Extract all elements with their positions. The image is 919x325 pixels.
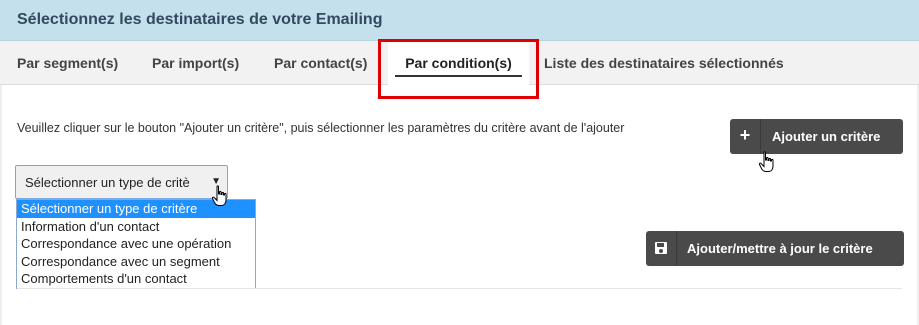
dropdown-option[interactable]: Comportements d'un contact	[17, 270, 255, 288]
tab-par-conditions-label: Par condition(s)	[405, 55, 512, 71]
dropdown-option[interactable]: Correspondance avec un segment	[17, 253, 255, 271]
tab-par-imports[interactable]: Par import(s)	[152, 41, 239, 85]
tab-par-conditions[interactable]: Par condition(s)	[388, 41, 529, 85]
tab-par-contacts[interactable]: Par contact(s)	[274, 41, 367, 85]
dropdown-option[interactable]: Sélectionner un type de critère	[17, 200, 255, 218]
button-separator	[676, 231, 677, 266]
tab-selected-recipients[interactable]: Liste des destinataires sélectionnés	[544, 41, 784, 85]
hand-cursor-icon	[758, 151, 774, 172]
panel-header: Sélectionnez les destinataires de votre …	[0, 0, 919, 41]
dropdown-option[interactable]: Correspondance avec une opération	[17, 235, 255, 253]
add-criterion-label: Ajouter un critère	[772, 129, 881, 144]
button-separator	[760, 119, 761, 154]
panel-left-border	[0, 85, 2, 325]
section-divider	[17, 288, 902, 289]
add-criterion-button[interactable]: + Ajouter un critère	[730, 119, 903, 154]
dropdown-option[interactable]: Information d'un contact	[17, 218, 255, 236]
save-criterion-label: Ajouter/mettre à jour le critère	[687, 241, 873, 256]
active-tab-underline	[395, 75, 522, 77]
panel-title: Sélectionnez les destinataires de votre …	[17, 11, 383, 28]
criterion-type-select-value: Sélectionner un type de critè	[25, 175, 190, 190]
tab-bar: Par segment(s) Par import(s) Par contact…	[0, 41, 919, 85]
criterion-type-dropdown[interactable]: Sélectionner un type de critère Informat…	[16, 199, 256, 289]
dropdown-caret-icon: ▼	[211, 176, 221, 187]
save-criterion-button[interactable]: Ajouter/mettre à jour le critère	[646, 231, 904, 266]
criterion-type-select[interactable]: Sélectionner un type de critè ▼	[15, 165, 228, 199]
tab-par-segments[interactable]: Par segment(s)	[17, 41, 118, 85]
floppy-disk-icon	[646, 231, 676, 266]
instruction-text: Veuillez cliquer sur le bouton "Ajouter …	[17, 121, 625, 135]
plus-icon: +	[739, 125, 751, 145]
